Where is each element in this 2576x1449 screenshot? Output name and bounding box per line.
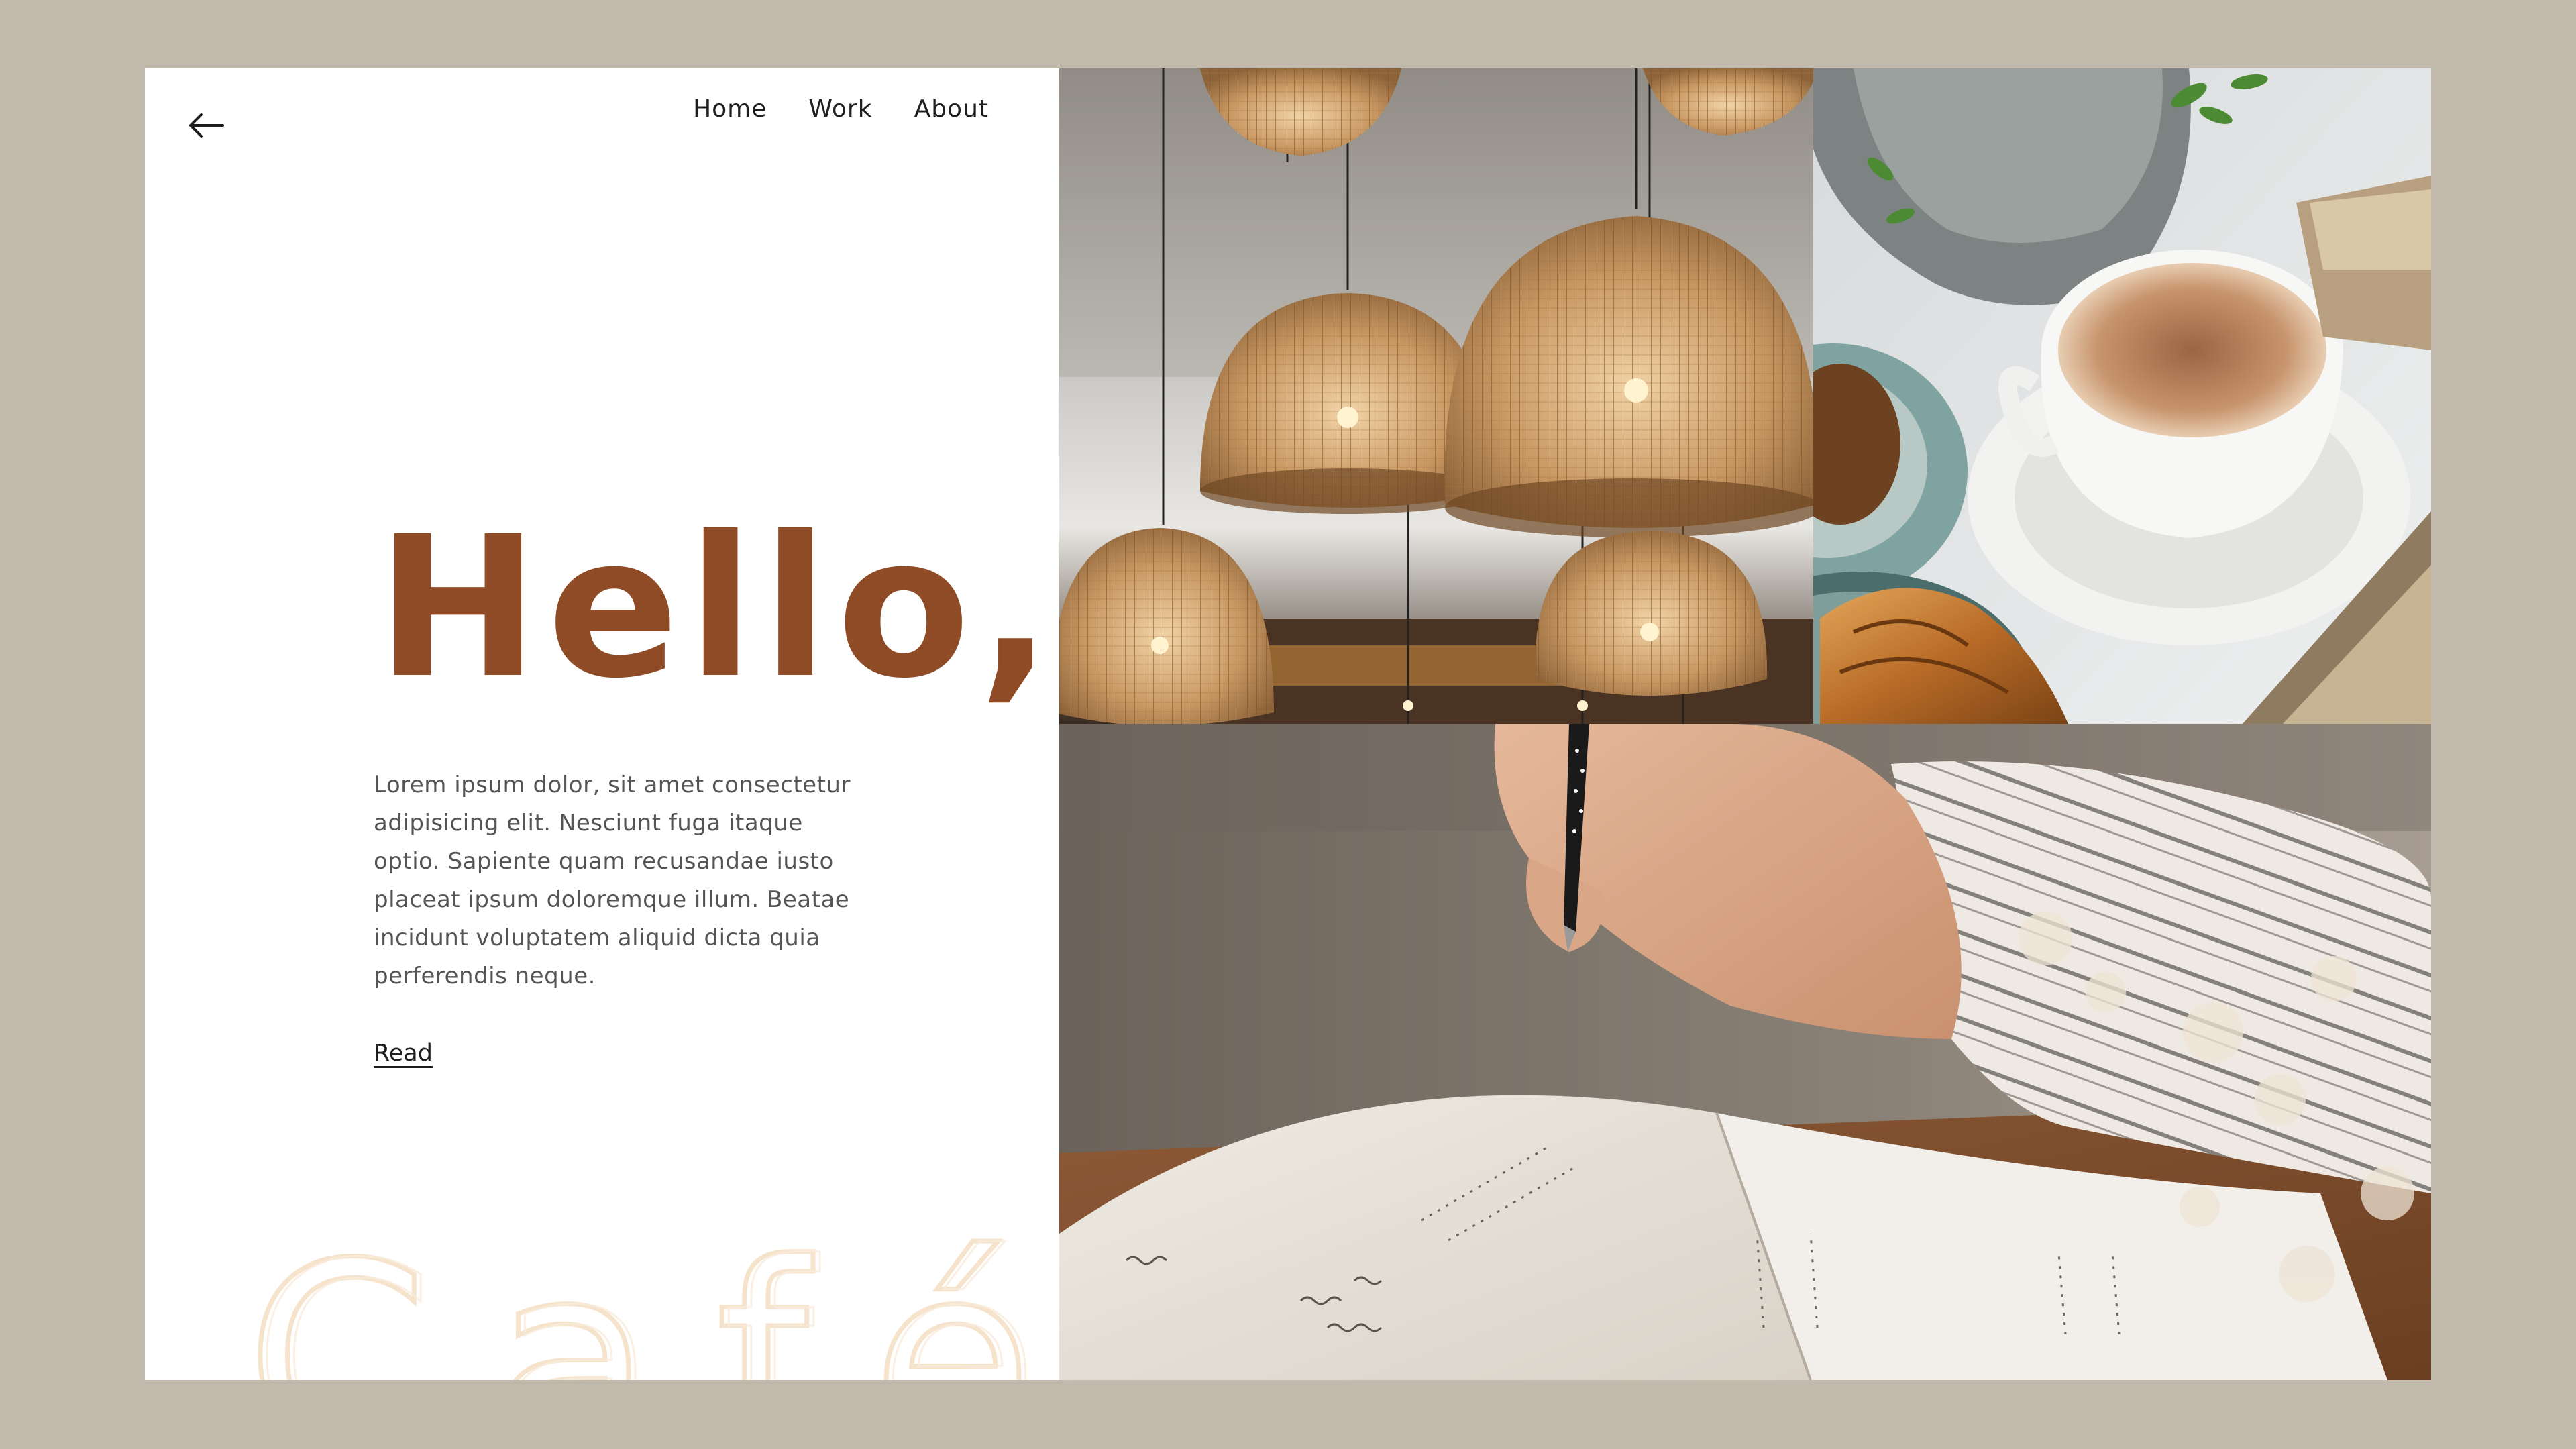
hand-writing-in-notebook-photo (1059, 724, 2431, 1380)
page-card: Home Work About Hello, Lorem ipsum dolor… (145, 68, 2431, 1380)
nav-about-link[interactable]: About (914, 95, 989, 123)
cafe-watermark-inner: Café (252, 1208, 1059, 1380)
hero-body-text: Lorem ipsum dolor, sit amet consectetur … (374, 771, 851, 989)
image-gallery (1059, 68, 2431, 1380)
nav-home-link[interactable]: Home (693, 95, 767, 123)
cafe-watermark: Café Café (244, 1205, 1059, 1381)
intro-panel: Home Work About Hello, Lorem ipsum dolor… (145, 68, 1059, 1380)
read-link[interactable]: Read (374, 1040, 433, 1067)
cappuccino-and-croissant-photo (1813, 68, 2431, 724)
hero-title: Hello, (376, 495, 1059, 721)
rattan-pendant-lamps-photo (1059, 68, 1813, 724)
top-nav: Home Work About (693, 95, 989, 123)
arrow-left-icon[interactable] (184, 102, 231, 149)
nav-work-link[interactable]: Work (808, 95, 872, 123)
